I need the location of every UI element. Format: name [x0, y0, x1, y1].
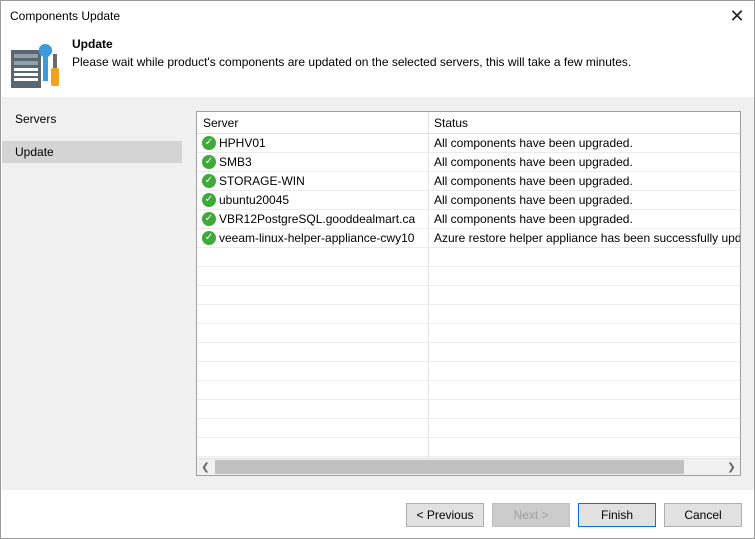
- page-title: Update: [72, 37, 113, 51]
- empty-row: [197, 381, 740, 400]
- scrollbar-thumb[interactable]: [215, 460, 684, 474]
- window-title: Components Update: [10, 9, 121, 23]
- nav-item-servers[interactable]: Servers: [2, 108, 182, 130]
- success-check-icon: ✓: [202, 231, 216, 245]
- title-bar: Components Update ✕: [1, 1, 754, 32]
- table-row[interactable]: ✓ SMB3 All components have been upgraded.: [197, 153, 740, 172]
- success-check-icon: ✓: [202, 212, 216, 226]
- content-panel: Server Status ✓ HPHV01 All components hav…: [182, 97, 754, 490]
- server-cell: ✓ VBR12PostgreSQL.gooddealmart.ca: [202, 212, 415, 226]
- wizard-header: Update Please wait while product's compo…: [1, 32, 754, 96]
- previous-button[interactable]: < Previous: [406, 503, 484, 527]
- server-cell: ✓ veeam-linux-helper-appliance-cwy10: [202, 231, 414, 245]
- empty-row: [197, 286, 740, 305]
- empty-row: [197, 400, 740, 419]
- table-row[interactable]: ✓ STORAGE-WIN All components have been up…: [197, 172, 740, 191]
- status-cell: All components have been upgraded.: [434, 174, 633, 188]
- empty-row: [197, 419, 740, 438]
- column-header-status[interactable]: Status: [434, 116, 468, 130]
- empty-row: [197, 267, 740, 286]
- success-check-icon: ✓: [202, 155, 216, 169]
- table-row[interactable]: ✓ veeam-linux-helper-appliance-cwy10 Azur…: [197, 229, 740, 248]
- empty-row: [197, 324, 740, 343]
- scroll-right-icon[interactable]: ❯: [723, 460, 740, 475]
- server-name: ubuntu20045: [219, 193, 290, 207]
- empty-row: [197, 248, 740, 267]
- success-check-icon: ✓: [202, 174, 216, 188]
- server-name: SMB3: [219, 155, 252, 169]
- server-name: STORAGE-WIN: [219, 174, 305, 188]
- empty-row: [197, 362, 740, 381]
- server-cell: ✓ SMB3: [202, 155, 252, 169]
- table-header: Server Status: [197, 112, 740, 134]
- server-cell: ✓ STORAGE-WIN: [202, 174, 305, 188]
- scroll-left-icon[interactable]: ❮: [197, 460, 214, 475]
- finish-button[interactable]: Finish: [578, 503, 656, 527]
- page-description: Please wait while product's components a…: [72, 55, 632, 69]
- components-update-dialog: Components Update ✕ Update Please wait w…: [0, 0, 755, 539]
- server-tools-icon: [11, 44, 59, 88]
- empty-row: [197, 438, 740, 457]
- server-name: HPHV01: [219, 136, 266, 150]
- status-cell: All components have been upgraded.: [434, 212, 633, 226]
- table-row[interactable]: ✓ ubuntu20045 All components have been up…: [197, 191, 740, 210]
- status-cell: All components have been upgraded.: [434, 155, 633, 169]
- column-header-server[interactable]: Server: [203, 116, 238, 130]
- status-cell: All components have been upgraded.: [434, 136, 633, 150]
- server-cell: ✓ HPHV01: [202, 136, 266, 150]
- status-cell: All components have been upgraded.: [434, 193, 633, 207]
- server-cell: ✓ ubuntu20045: [202, 193, 289, 207]
- servers-status-table: Server Status ✓ HPHV01 All components hav…: [196, 111, 741, 476]
- success-check-icon: ✓: [202, 136, 216, 150]
- empty-row: [197, 305, 740, 324]
- table-row[interactable]: ✓ HPHV01 All components have been upgrade…: [197, 134, 740, 153]
- empty-row: [197, 343, 740, 362]
- wizard-steps-nav: Servers Update: [2, 97, 182, 490]
- close-icon[interactable]: ✕: [720, 1, 754, 32]
- next-button[interactable]: Next >: [492, 503, 570, 527]
- horizontal-scrollbar[interactable]: ❮ ❯: [197, 458, 740, 475]
- wizard-footer: < Previous Next > Finish Cancel: [1, 490, 754, 538]
- cancel-button[interactable]: Cancel: [664, 503, 742, 527]
- success-check-icon: ✓: [202, 193, 216, 207]
- server-name: VBR12PostgreSQL.gooddealmart.ca: [219, 212, 416, 226]
- table-row[interactable]: ✓ VBR12PostgreSQL.gooddealmart.ca All com…: [197, 210, 740, 229]
- server-name: veeam-linux-helper-appliance-cwy10: [219, 231, 415, 245]
- nav-item-update[interactable]: Update: [2, 141, 182, 163]
- status-cell: Azure restore helper appliance has been …: [434, 231, 741, 245]
